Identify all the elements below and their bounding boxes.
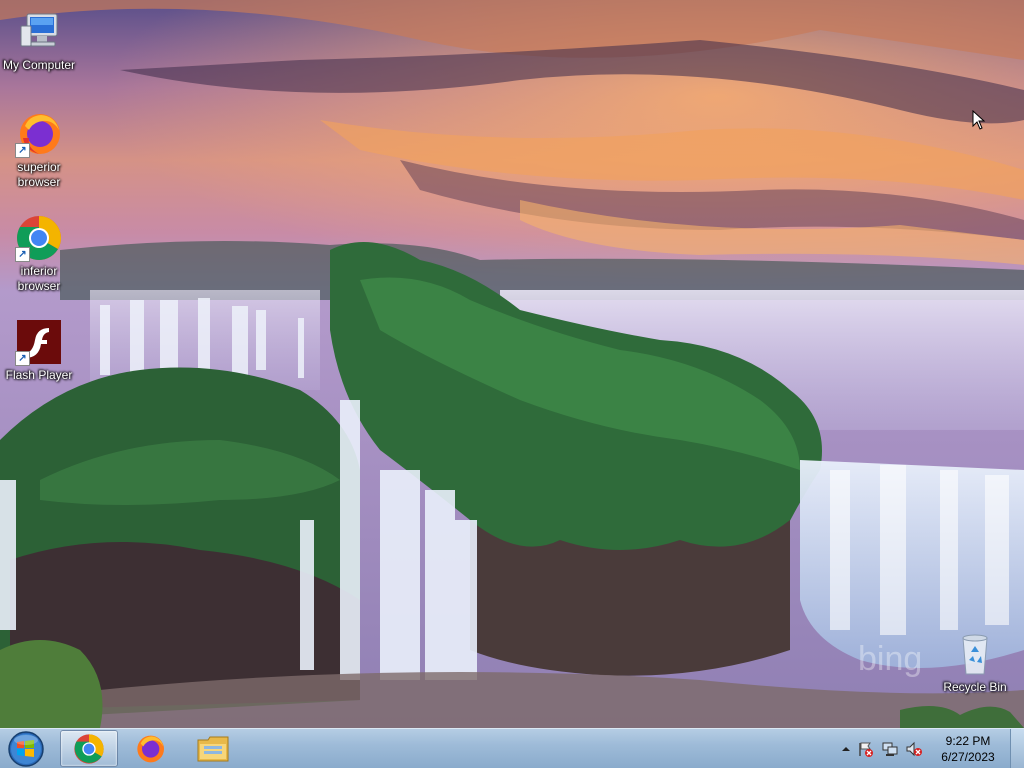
shortcut-arrow-icon: ↗ — [15, 351, 30, 366]
network-icon[interactable] — [882, 741, 898, 757]
desktop-icon-my-computer[interactable]: My Computer — [1, 8, 77, 73]
desktop-icon-label: Recycle Bin — [943, 680, 1007, 694]
taskbar-clock[interactable]: 9:22 PM 6/27/2023 — [932, 733, 1004, 765]
taskbar-explorer-button[interactable] — [184, 730, 242, 767]
flash-icon: ↗ — [15, 318, 63, 366]
firefox-icon: ↗ — [15, 110, 63, 158]
folder-icon — [197, 736, 229, 761]
shortcut-arrow-icon: ↗ — [15, 143, 30, 158]
taskbar: 9:22 PM 6/27/2023 — [0, 728, 1024, 768]
desktop-icon-label: inferior browser — [17, 264, 61, 293]
recycle-bin-icon — [951, 630, 999, 678]
desktop-icon-label: superior browser — [17, 160, 61, 189]
desktop-wallpaper: bing — [0, 0, 1024, 728]
computer-icon — [15, 8, 63, 56]
start-button[interactable] — [4, 730, 48, 768]
mouse-cursor-icon — [972, 109, 986, 135]
volume-muted-icon[interactable] — [906, 741, 922, 757]
shortcut-arrow-icon: ↗ — [15, 247, 30, 262]
desktop-icon-recycle-bin[interactable]: Recycle Bin — [937, 630, 1013, 695]
desktop-icon-superior-browser[interactable]: ↗ superior browser — [1, 110, 77, 190]
system-tray: 9:22 PM 6/27/2023 — [834, 729, 1024, 769]
action-center-warning-icon[interactable] — [858, 741, 874, 757]
desktop-icon-label: Flash Player — [5, 368, 73, 382]
taskbar-firefox-button[interactable] — [121, 730, 179, 767]
show-desktop-button[interactable] — [1010, 729, 1024, 768]
desktop-icon-label: My Computer — [2, 58, 76, 72]
clock-date: 6/27/2023 — [941, 750, 995, 764]
start-orb-icon — [8, 731, 44, 767]
clock-time: 9:22 PM — [945, 734, 991, 748]
firefox-icon — [137, 735, 164, 762]
desktop-icon-flash-player[interactable]: ↗ Flash Player — [1, 318, 77, 383]
chrome-icon: ↗ — [15, 214, 63, 262]
taskbar-chrome-button[interactable] — [60, 730, 118, 767]
bing-watermark: bing — [858, 640, 922, 678]
chrome-icon — [74, 733, 104, 764]
tray-expand-icon[interactable] — [840, 742, 856, 758]
desktop-icon-inferior-browser[interactable]: ↗ inferior browser — [1, 214, 77, 294]
